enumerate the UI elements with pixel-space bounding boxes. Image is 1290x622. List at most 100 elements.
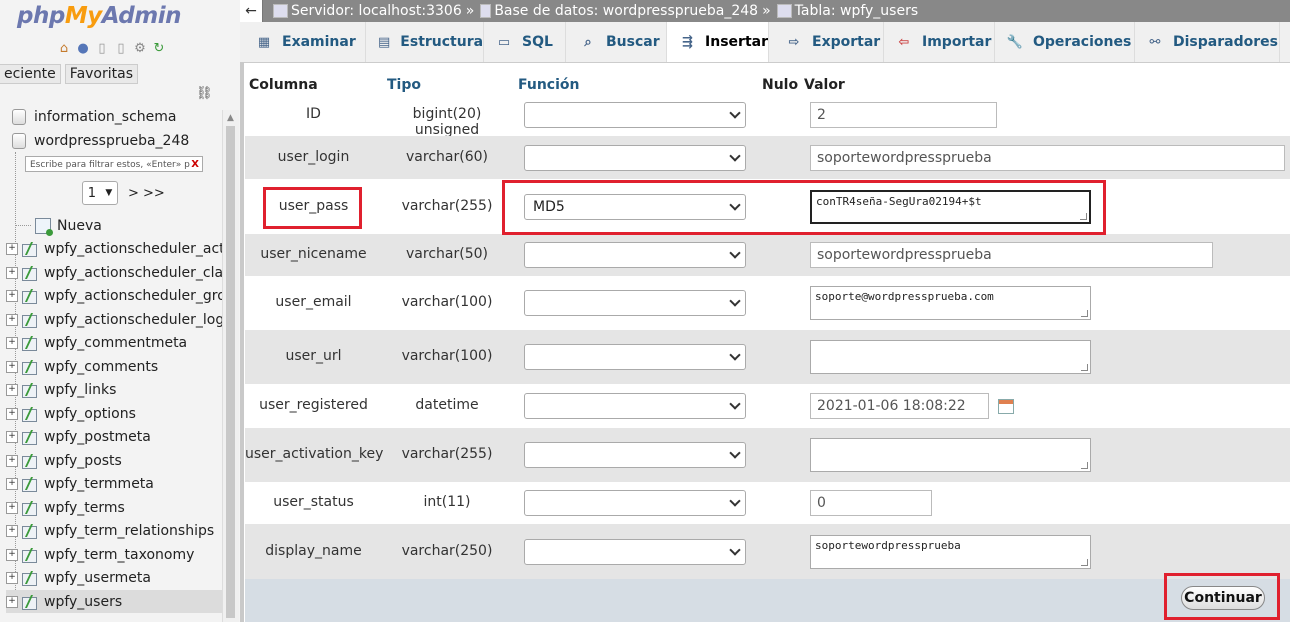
phpmyadmin-logo[interactable]: phpMyAdmin xyxy=(17,3,181,29)
function-select[interactable] xyxy=(524,242,746,268)
tree-db-information-schema[interactable]: information_schema xyxy=(4,106,177,128)
scroll-up-icon[interactable]: ▲ xyxy=(227,113,234,123)
expand-icon[interactable]: + xyxy=(6,242,18,255)
sidebar-table-item[interactable]: + wpfy_term_taxonomy xyxy=(6,543,222,566)
sidebar-table-item[interactable]: + wpfy_term_relationships xyxy=(6,519,222,542)
reload-icon[interactable]: ↻ xyxy=(151,40,167,56)
header-type[interactable]: Tipo xyxy=(387,77,421,93)
sidebar-table-item[interactable]: + wpfy_commentmeta xyxy=(6,331,222,354)
expand-icon[interactable]: + xyxy=(6,336,18,349)
tab-estructura[interactable]: ▤ Estructura xyxy=(366,22,484,62)
sidebar-table-item[interactable]: + wpfy_actionscheduler_clair xyxy=(6,261,222,284)
scrollbar-thumb[interactable] xyxy=(226,126,235,618)
sidebar-table-item[interactable]: + wpfy_terms xyxy=(6,496,222,519)
expand-icon[interactable]: + xyxy=(6,477,18,490)
value-input[interactable]: soportewordpressprueba xyxy=(810,144,1285,171)
value-textarea[interactable] xyxy=(810,438,1091,472)
column-type: bigint(20) unsigned xyxy=(412,106,482,138)
value-textarea[interactable]: soportewordpressprueba xyxy=(810,534,1091,569)
insert-icon: ⇶ xyxy=(682,34,693,50)
expand-icon[interactable]: + xyxy=(6,501,18,514)
expand-icon[interactable]: + xyxy=(6,407,18,420)
value-input[interactable]: 0 xyxy=(810,490,932,516)
table-name: wpfy_usermeta xyxy=(44,569,151,586)
next-page-link[interactable]: > >> xyxy=(128,186,165,201)
page-select[interactable]: 1 ▼ xyxy=(82,181,118,205)
expand-icon[interactable]: + xyxy=(6,454,18,467)
value-input[interactable]: 2 xyxy=(810,102,997,128)
function-select[interactable] xyxy=(524,290,746,316)
tab-disparadores[interactable]: ⚯ Disparadores xyxy=(1135,22,1280,62)
gear-icon[interactable]: ⚙ xyxy=(132,40,148,56)
table-filter-input[interactable]: Escribe para filtrar estos, «Enter» pX xyxy=(25,156,203,172)
tab-sql[interactable]: ▭ SQL xyxy=(484,22,566,62)
table-icon xyxy=(22,570,43,586)
tab-examinar[interactable]: ▦ Examinar xyxy=(240,22,366,62)
clear-filter-button[interactable]: X xyxy=(191,157,199,171)
breadcrumb-server[interactable]: Servidor: localhost:3306 xyxy=(291,3,462,19)
sidebar-table-item[interactable]: + wpfy_usermeta xyxy=(6,566,222,589)
info-icon[interactable]: ● xyxy=(75,40,91,56)
sidebar-table-item[interactable]: + wpfy_actionscheduler_acti xyxy=(6,237,222,260)
tab-insertar[interactable]: ⇶ Insertar xyxy=(667,22,769,62)
function-select[interactable] xyxy=(524,102,746,128)
table-icon xyxy=(22,382,43,398)
link-icon[interactable]: ⛓ xyxy=(196,86,213,101)
value-input[interactable]: soportewordpressprueba xyxy=(810,242,1213,268)
column-type: varchar(255) xyxy=(401,446,493,462)
expand-icon[interactable]: + xyxy=(6,289,18,302)
header-function[interactable]: Función xyxy=(518,77,579,93)
function-select[interactable] xyxy=(524,490,746,516)
sidebar-table-item[interactable]: + wpfy_posts xyxy=(6,449,222,472)
expand-icon[interactable]: + xyxy=(6,266,18,279)
function-select[interactable] xyxy=(524,344,746,370)
sidebar-table-item[interactable]: + wpfy_actionscheduler_logs xyxy=(6,308,222,331)
sidebar-table-item[interactable]: + wpfy_options xyxy=(6,402,222,425)
resize-handle-icon[interactable] xyxy=(1081,364,1088,371)
calendar-icon[interactable] xyxy=(998,399,1014,414)
value-textarea[interactable] xyxy=(810,340,1091,374)
expand-icon[interactable]: + xyxy=(6,313,18,326)
sidebar-scrollbar[interactable]: ▲ xyxy=(222,110,239,622)
sidebar-tabs: eciente Favoritas xyxy=(0,64,139,84)
splitter-bar[interactable] xyxy=(240,62,244,622)
resize-handle-icon[interactable] xyxy=(1081,462,1088,469)
expand-icon[interactable]: + xyxy=(6,548,18,561)
docs-icon[interactable]: ▯ xyxy=(94,40,110,56)
tab-importar[interactable]: ⇦ Importar xyxy=(884,22,995,62)
sidebar-table-item[interactable]: + wpfy_comments xyxy=(6,355,222,378)
breadcrumb-table[interactable]: Tabla: wpfy_users xyxy=(795,3,918,19)
function-select[interactable] xyxy=(524,144,746,171)
docs-icon[interactable]: ▯ xyxy=(113,40,129,56)
sidebar-table-item[interactable]: + wpfy_users xyxy=(6,590,222,613)
browse-icon: ▦ xyxy=(257,34,271,50)
value-input[interactable]: 2021-01-06 18:08:22 xyxy=(810,393,989,419)
tab-exportar[interactable]: ⇨ Exportar xyxy=(769,22,884,62)
value-textarea[interactable]: soporte@wordpressprueba.com xyxy=(810,286,1091,320)
sidebar-table-item[interactable]: + wpfy_termmeta xyxy=(6,472,222,495)
sidebar-table-item[interactable]: + wpfy_postmeta xyxy=(6,425,222,448)
function-select[interactable] xyxy=(524,538,746,565)
expand-icon[interactable]: + xyxy=(6,571,18,584)
sidebar-table-item[interactable]: + wpfy_actionscheduler_grou xyxy=(6,284,222,307)
tab-favorites[interactable]: Favoritas xyxy=(64,64,139,84)
expand-icon[interactable]: + xyxy=(6,430,18,443)
function-select[interactable] xyxy=(524,393,746,419)
column-type: varchar(250) xyxy=(401,542,493,559)
expand-icon[interactable]: + xyxy=(6,524,18,537)
resize-handle-icon[interactable] xyxy=(1081,558,1088,566)
tab-operaciones[interactable]: 🔧 Operaciones xyxy=(995,22,1135,62)
tab-recent[interactable]: eciente xyxy=(0,64,61,84)
expand-icon[interactable]: + xyxy=(6,383,18,396)
breadcrumb-database[interactable]: Base de datos: wordpressprueba_248 xyxy=(494,3,758,19)
new-table-link[interactable]: Nueva xyxy=(6,214,222,237)
expand-icon[interactable]: + xyxy=(6,595,18,608)
resize-handle-icon[interactable] xyxy=(1081,310,1088,317)
collapse-sidebar-button[interactable]: ← xyxy=(240,0,263,22)
function-select[interactable] xyxy=(524,442,746,468)
tree-db-wordpressprueba[interactable]: wordpressprueba_248 xyxy=(4,130,189,152)
home-icon[interactable]: ⌂ xyxy=(56,40,72,56)
expand-icon[interactable]: + xyxy=(6,360,18,373)
tab-buscar[interactable]: ⌕ Buscar xyxy=(566,22,667,62)
sidebar-table-item[interactable]: + wpfy_links xyxy=(6,378,222,401)
